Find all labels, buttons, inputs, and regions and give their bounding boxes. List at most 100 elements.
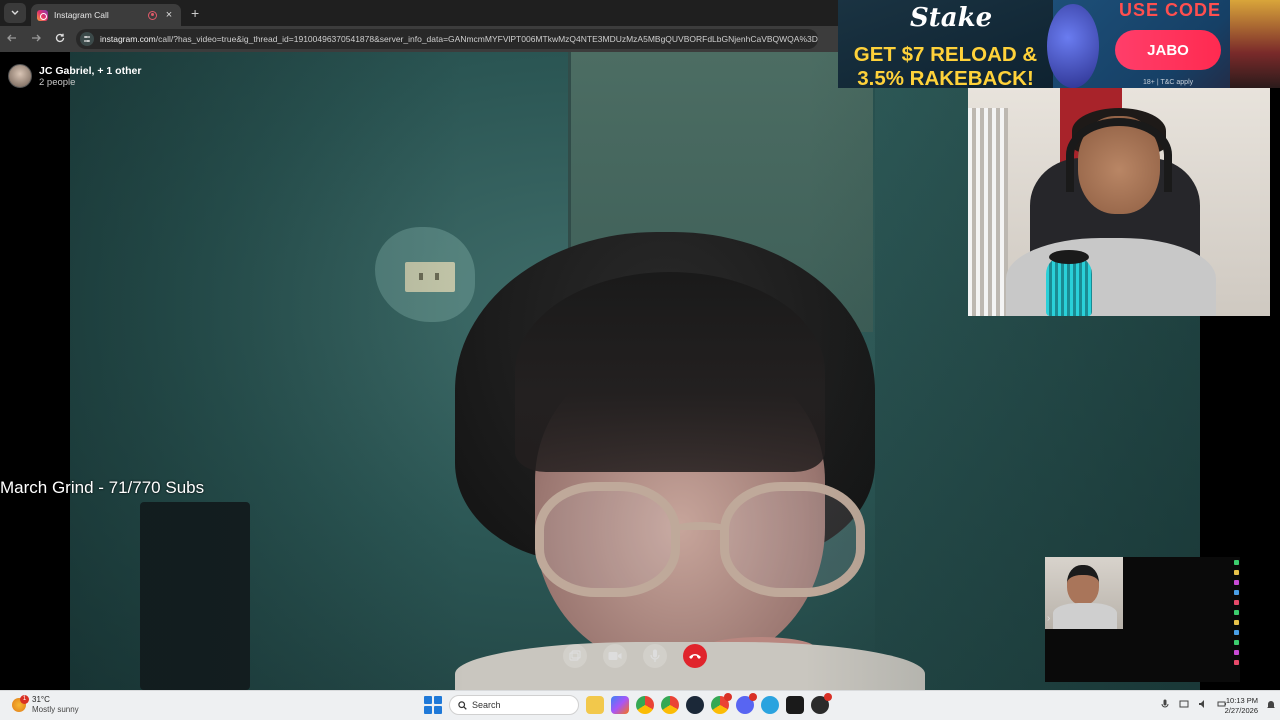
- game-icon[interactable]: [811, 693, 832, 714]
- url-text: instagram.com/call/?has_video=true&ig_th…: [100, 34, 818, 44]
- search-placeholder: Search: [472, 700, 501, 710]
- promo-code-badge: JABO: [1115, 30, 1221, 70]
- stake-logo: Stake: [910, 3, 993, 33]
- microphone-icon[interactable]: [1160, 699, 1170, 709]
- steam-icon[interactable]: [686, 696, 704, 714]
- chat-badge: [1234, 630, 1239, 635]
- chat-line: [1127, 599, 1239, 606]
- windows-taskbar: 1 31°C Mostly sunny Search 10:13 PM 2/27…: [0, 690, 1280, 720]
- ad-decoration: [1230, 0, 1280, 88]
- new-tab-button[interactable]: +: [191, 5, 199, 21]
- reload-button[interactable]: [48, 32, 72, 46]
- chat-line: [1127, 559, 1239, 566]
- weather-widget[interactable]: 1 31°C Mostly sunny: [12, 695, 79, 715]
- taskbar-apps: Search: [424, 693, 832, 715]
- call-participants-header[interactable]: JC Gabriel, + 1 other 2 people: [8, 64, 141, 88]
- app-icon[interactable]: [786, 696, 804, 714]
- ball-graphic: [1047, 4, 1099, 88]
- screen-share-button[interactable]: [563, 644, 587, 668]
- ad-right-panel: USE CODE JABO 18+ | T&C apply: [1047, 0, 1280, 88]
- notification-badge: [749, 693, 757, 701]
- chat-badge: [1234, 600, 1239, 605]
- end-call-button[interactable]: [683, 644, 707, 668]
- video-camera-icon: [608, 652, 622, 660]
- windows-logo-pane: [424, 696, 432, 705]
- chevron-down-icon: [11, 10, 19, 15]
- browser-toolbar: instagram.com/call/?has_video=true&ig_th…: [0, 26, 838, 52]
- telegram-icon[interactable]: [761, 696, 779, 714]
- camera-toggle-button[interactable]: [603, 644, 627, 668]
- chat-badge: [1234, 580, 1239, 585]
- chat-line: [1127, 569, 1239, 576]
- address-bar[interactable]: instagram.com/call/?has_video=true&ig_th…: [76, 29, 818, 49]
- notification-bell-icon[interactable]: [1266, 697, 1276, 713]
- mirrored-chat: [1127, 559, 1239, 679]
- chrome-icon[interactable]: [711, 693, 732, 714]
- weather-desc: Mostly sunny: [32, 705, 79, 714]
- instagram-icon: [37, 9, 48, 21]
- chat-badge: [1234, 570, 1239, 575]
- weather-temp: 31°C: [32, 695, 50, 704]
- ad-headline-line1: GET $7 RELOAD &: [853, 43, 1038, 66]
- notification-badge: [724, 693, 732, 701]
- baby-gate: [968, 108, 1008, 316]
- start-button[interactable]: [424, 696, 442, 714]
- network-icon[interactable]: [1179, 699, 1189, 709]
- chat-line: [1127, 629, 1239, 636]
- chat-badge: [1234, 650, 1239, 655]
- search-icon: [458, 700, 467, 710]
- chevron-right-icon[interactable]: ›: [1047, 613, 1050, 624]
- chrome-icon[interactable]: [636, 696, 654, 714]
- weather-notification-badge: 1: [20, 695, 29, 704]
- microphone-icon: [650, 649, 660, 662]
- streamer-webcam: [968, 88, 1270, 316]
- mini-webcam: [1045, 557, 1123, 629]
- mute-button[interactable]: [643, 644, 667, 668]
- screen-share-icon: [569, 650, 581, 661]
- screen: Instagram Call × + instagram.com/call/?h…: [0, 0, 1280, 720]
- stream-preview-panel: ›: [1045, 557, 1240, 682]
- system-clock[interactable]: 10:13 PM 2/27/2026: [1218, 696, 1258, 716]
- url-path: /call/?has_video=true&ig_thread_id=19100…: [155, 34, 818, 44]
- windows-logo-pane: [433, 696, 442, 705]
- ad-terms: 18+ | T&C apply: [1143, 79, 1194, 86]
- taskbar-search[interactable]: Search: [449, 695, 579, 715]
- tab-search-button[interactable]: [4, 3, 26, 23]
- streamer-body: [1006, 238, 1216, 316]
- chat-badge: [1234, 620, 1239, 625]
- chat-line: [1127, 649, 1239, 656]
- arrow-left-icon: [7, 34, 16, 42]
- sponsor-ad-banner: Stake GET $7 RELOAD & 3.5% RAKEBACK! USE…: [838, 0, 1280, 88]
- sub-goal-overlay: March Grind - 71/770 Subs: [0, 478, 205, 497]
- back-button[interactable]: [0, 32, 24, 46]
- arrow-right-icon: [32, 34, 41, 42]
- chat-badge: [1234, 610, 1239, 615]
- chrome-icon[interactable]: [661, 696, 679, 714]
- chat-line: [1127, 659, 1239, 666]
- site-info-icon[interactable]: [80, 32, 94, 46]
- avatar: [8, 64, 32, 88]
- chat-line: [1127, 609, 1239, 616]
- use-code-label: USE CODE: [1119, 0, 1222, 20]
- file-explorer-icon[interactable]: [586, 696, 604, 714]
- chat-badge: [1234, 560, 1239, 565]
- tab-close-button[interactable]: ×: [163, 9, 175, 21]
- forward-button[interactable]: [24, 32, 48, 46]
- recording-icon: [148, 10, 157, 20]
- mini-head: [1067, 565, 1099, 605]
- smart-speaker: [1046, 250, 1092, 316]
- copilot-icon[interactable]: [611, 696, 629, 714]
- chat-badge: [1234, 660, 1239, 665]
- call-controls: [563, 644, 707, 668]
- discord-icon[interactable]: [736, 693, 757, 714]
- ad-left-panel: Stake GET $7 RELOAD & 3.5% RAKEBACK!: [838, 0, 1053, 88]
- clock-time: 10:13 PM: [1225, 696, 1258, 705]
- browser-tab[interactable]: Instagram Call ×: [31, 4, 181, 26]
- chat-badge: [1234, 640, 1239, 645]
- participants-count: 2 people: [39, 76, 76, 88]
- chat-line: [1127, 589, 1239, 596]
- ad-headline-line2: 3.5% RAKEBACK!: [857, 67, 1034, 88]
- chat-line: [1127, 579, 1239, 586]
- chat-badge: [1234, 590, 1239, 595]
- volume-icon[interactable]: [1198, 699, 1208, 709]
